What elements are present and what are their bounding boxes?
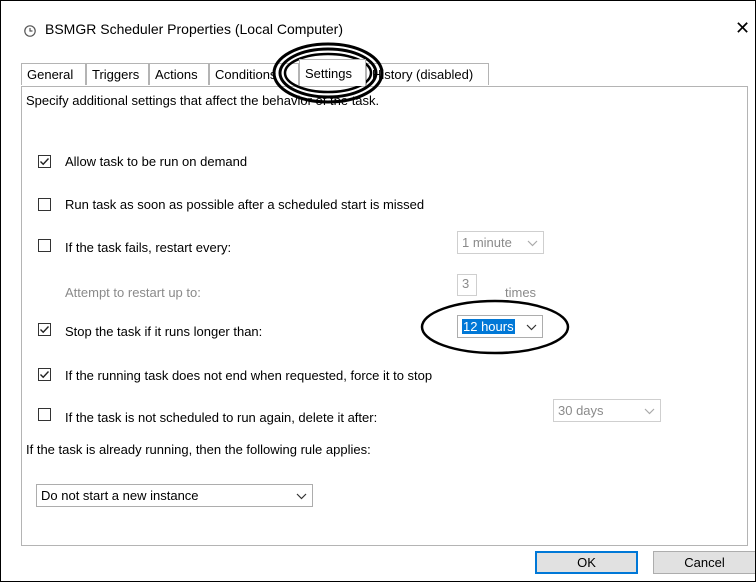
times-label: times: [505, 285, 537, 300]
running-rule-value: Do not start a new instance: [41, 488, 199, 503]
ok-button[interactable]: OK: [535, 551, 638, 574]
tab-general[interactable]: General: [21, 63, 86, 85]
tab-conditions[interactable]: Conditions: [209, 63, 299, 85]
allow-on-demand-label: Allow task to be run on demand: [65, 154, 248, 169]
task-scheduler-icon: [24, 25, 36, 37]
window-title: BSMGR Scheduler Properties (Local Comput…: [45, 21, 344, 37]
chevron-down-icon: [526, 324, 537, 331]
delete-after-checkbox[interactable]: [38, 408, 51, 421]
delete-after-dropdown[interactable]: 30 days: [553, 399, 661, 422]
delete-after-value: 30 days: [558, 403, 604, 418]
stop-duration-dropdown[interactable]: 12 hours: [457, 315, 543, 338]
properties-dialog: BSMGR Scheduler Properties (Local Comput…: [0, 0, 756, 582]
cancel-button[interactable]: Cancel: [653, 551, 755, 574]
checkmark-icon: [40, 371, 50, 379]
tab-actions[interactable]: Actions: [149, 63, 209, 85]
running-rule-label: If the task is already running, then the…: [26, 442, 371, 457]
tab-history[interactable]: History (disabled): [366, 63, 489, 85]
restart-interval-dropdown[interactable]: 1 minute: [457, 231, 544, 254]
restart-on-fail-checkbox[interactable]: [38, 239, 51, 252]
run-asap-label: Run task as soon as possible after a sch…: [65, 197, 425, 212]
restart-attempts-label: Attempt to restart up to:: [65, 285, 201, 300]
title-bar[interactable]: BSMGR Scheduler Properties (Local Comput…: [1, 1, 755, 45]
checkmark-icon: [40, 158, 50, 166]
running-rule-dropdown[interactable]: Do not start a new instance: [36, 484, 313, 507]
force-stop-checkbox[interactable]: [38, 368, 51, 381]
stop-duration-value: 12 hours: [462, 319, 515, 334]
stop-if-longer-label: Stop the task if it runs longer than:: [65, 324, 263, 339]
force-stop-label: If the running task does not end when re…: [65, 368, 433, 383]
chevron-down-icon: [644, 408, 655, 415]
chevron-down-icon: [296, 493, 307, 500]
allow-on-demand-checkbox[interactable]: [38, 155, 51, 168]
settings-description: Specify additional settings that affect …: [26, 93, 380, 108]
tab-settings[interactable]: Settings: [299, 59, 366, 86]
chevron-down-icon: [527, 240, 538, 247]
restart-attempts-input[interactable]: 3: [457, 274, 477, 296]
restart-on-fail-label: If the task fails, restart every:: [65, 240, 232, 255]
run-asap-checkbox[interactable]: [38, 198, 51, 211]
delete-after-label: If the task is not scheduled to run agai…: [65, 410, 378, 425]
tab-triggers[interactable]: Triggers: [86, 63, 149, 85]
stop-if-longer-checkbox[interactable]: [38, 323, 51, 336]
close-button[interactable]: ✕: [735, 17, 755, 41]
checkmark-icon: [40, 326, 50, 334]
restart-interval-value: 1 minute: [462, 235, 512, 250]
